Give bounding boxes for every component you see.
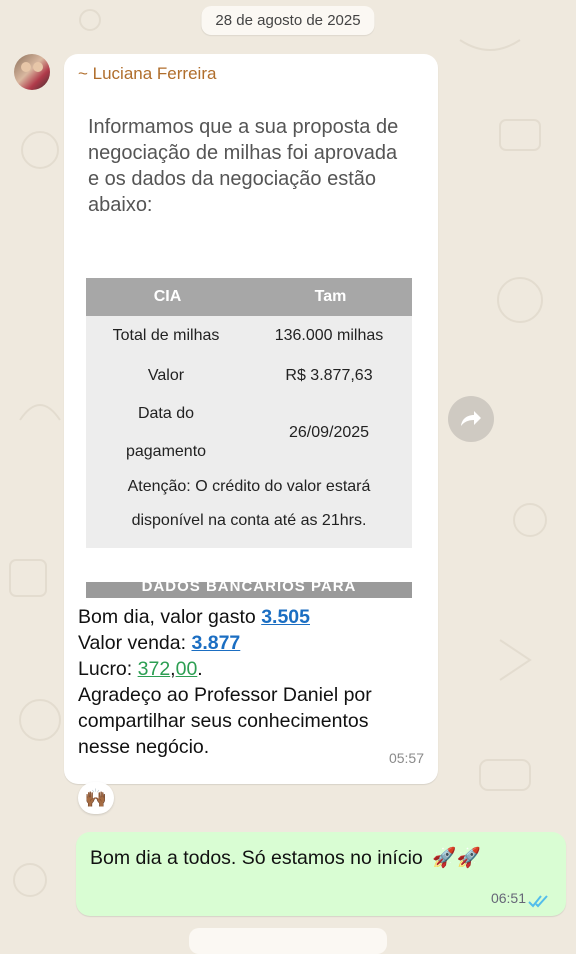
- avatar[interactable]: [14, 54, 50, 90]
- note-line: Atenção: O crédito do valor estará: [127, 478, 371, 495]
- note-line: disponível na conta até as 21hrs.: [131, 512, 367, 529]
- row-value: 136.000 milhas: [274, 327, 384, 344]
- message-time: 06:51: [490, 890, 526, 906]
- phone-link-gasto[interactable]: 3.505: [261, 606, 310, 628]
- message-image[interactable]: Informamos que a sua proposta de negocia…: [64, 88, 432, 598]
- table-head-tam: Tam: [314, 288, 347, 305]
- number-link-lucro[interactable]: 372: [138, 658, 171, 680]
- sender-name[interactable]: ~ Luciana Ferreira: [78, 64, 216, 84]
- date-separator-next: [189, 928, 387, 954]
- double-check-icon: [528, 895, 548, 908]
- row-value: 26/09/2025: [288, 424, 370, 441]
- table-note: Atenção: O crédito do valor estará dispo…: [86, 470, 412, 538]
- date-separator: 28 de agosto de 2025: [201, 6, 375, 35]
- image-intro-text: Informamos que a sua proposta de negocia…: [88, 116, 399, 216]
- number-link-lucro-decimal[interactable]: 00: [176, 658, 198, 680]
- table-row: Valor R$ 3.877,63: [86, 356, 412, 396]
- incoming-message[interactable]: ~ Luciana Ferreira Informamos que a sua …: [64, 54, 438, 784]
- outgoing-message[interactable]: Bom dia a todos. Só estamos no início 🚀🚀…: [76, 832, 566, 916]
- forward-icon: [461, 411, 481, 426]
- row-label: Data do pagamento: [86, 395, 246, 471]
- phone-link-venda[interactable]: 3.877: [191, 632, 240, 654]
- table-row: Total de milhas 136.000 milhas: [86, 316, 412, 356]
- message-time: 05:57: [388, 750, 424, 766]
- row-label: Total de milhas: [112, 327, 220, 344]
- row-label-line: pagamento: [125, 443, 207, 460]
- bank-data-table-header: DADOS BANCÁRIOS PARA: [86, 582, 412, 598]
- rocket-emoji: 🚀🚀: [432, 847, 481, 869]
- table-header: CIA Tam: [86, 278, 412, 316]
- negotiation-table: CIA Tam Total de milhas 136.000 milhas V…: [86, 278, 412, 548]
- row-label: Valor: [147, 367, 185, 384]
- caption-thanks: Agradeço ao Professor Daniel por compart…: [78, 684, 372, 758]
- row-label-line: Data do: [137, 405, 195, 422]
- forward-button[interactable]: [448, 396, 494, 442]
- table-head-cia: CIA: [153, 288, 182, 305]
- row-value: R$ 3.877,63: [285, 367, 373, 384]
- message-caption: Bom dia, valor gasto 3.505 Valor venda: …: [78, 606, 372, 758]
- outgoing-text: Bom dia a todos. Só estamos no início 🚀🚀: [90, 847, 481, 869]
- table-row: Data do pagamento 26/09/2025: [86, 396, 412, 470]
- message-reaction[interactable]: 🙌🏾: [78, 782, 114, 814]
